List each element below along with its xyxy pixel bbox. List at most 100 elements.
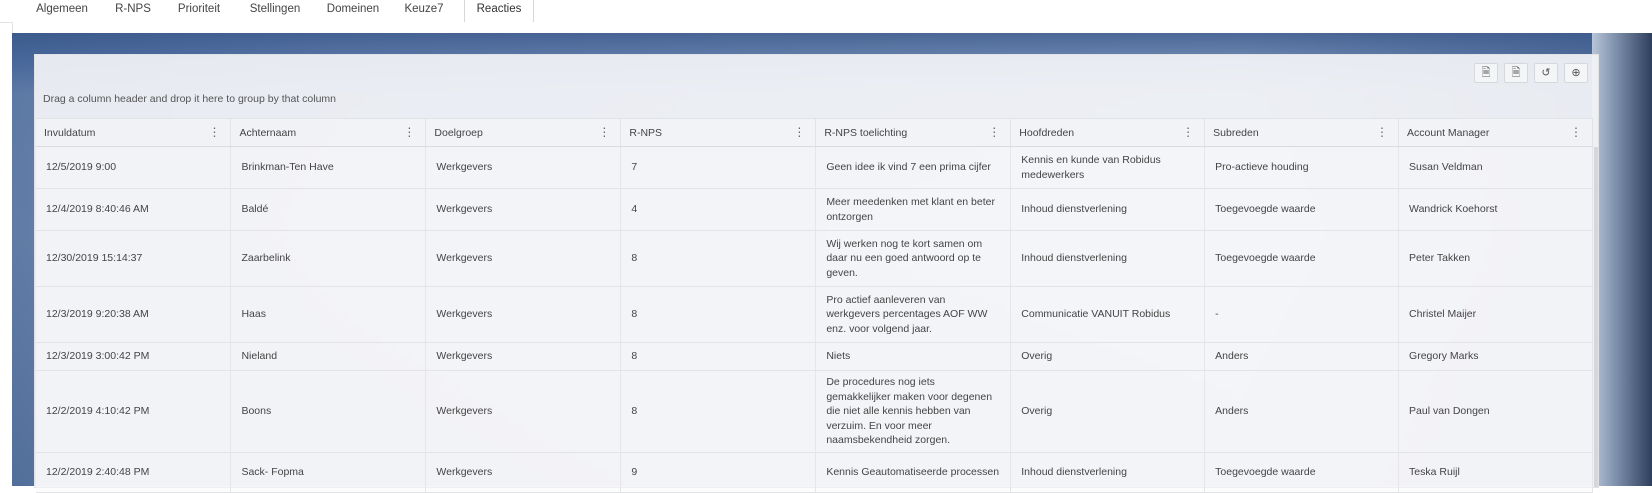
vertical-scrollbar[interactable]: [1594, 147, 1598, 487]
table-cell: Wandrick Koehorst: [1398, 188, 1593, 231]
table-row[interactable]: 12/5/2019 9:00 Brinkman-Ten Have Werkgever…: [36, 146, 1593, 189]
table-row[interactable]: 12/4/2019 8:40:46 AM Baldé Werkgevers 4 Meer…: [36, 188, 1593, 231]
table-cell: Communicatie VANUIT Robidus: [1010, 286, 1206, 343]
table-cell: Baldé: [230, 188, 427, 231]
data-grid: Invuldatum ⋮ Achternaam ⋮ Doelgroep ⋮ R-NPS ⋮ R-…: [36, 118, 1593, 493]
table-cell: Teska Ruijl: [1398, 452, 1593, 493]
table-cell: Pro-actieve houding: [1204, 146, 1400, 189]
table-cell: Wij werken nog te kort samen om daar nu …: [815, 230, 1012, 287]
grid-toolbar: 🗎 🗎 ↺ ⊕: [1468, 63, 1588, 83]
table-cell: Werkgevers: [425, 342, 622, 371]
zoom-icon[interactable]: ⊕: [1564, 63, 1588, 83]
table-cell: Christel Maijer: [1398, 286, 1593, 343]
table-cell: Toegevoegde waarde: [1204, 452, 1400, 493]
column-header[interactable]: R-NPS toelichting ⋮: [815, 118, 1012, 147]
table-row[interactable]: 12/2/2019 4:10:42 PM Boons Werkgevers 8 De p…: [36, 370, 1593, 453]
table-cell: Anders: [1204, 342, 1400, 371]
column-menu-icon[interactable]: ⋮: [1570, 125, 1582, 139]
table-cell: Toegevoegde waarde: [1204, 188, 1400, 231]
column-header-label: R-NPS: [629, 126, 663, 139]
undo-icon[interactable]: ↺: [1534, 63, 1558, 83]
table-row[interactable]: 12/3/2019 3:00:42 PM Nieland Werkgevers 8 Ni…: [36, 342, 1593, 371]
table-cell: 12/3/2019 9:20:38 AM: [36, 286, 232, 343]
table-row[interactable]: 12/2/2019 2:40:48 PM Sack- Fopma Werkgever…: [36, 452, 1593, 493]
table-cell: Kennis Geautomatiseerde processen: [815, 452, 1012, 493]
column-header[interactable]: Hoofdreden ⋮: [1010, 118, 1206, 147]
table-cell: 4: [620, 188, 817, 231]
table-cell: Brinkman-Ten Have: [230, 146, 427, 189]
table-cell: Sack- Fopma: [230, 452, 427, 493]
table-cell: 8: [620, 370, 817, 453]
column-header-label: Hoofdreden: [1019, 126, 1075, 139]
table-cell: -: [1204, 286, 1400, 343]
table-cell: 7: [620, 146, 817, 189]
table-cell: Toegevoegde waarde: [1204, 230, 1400, 287]
tab-stellingen[interactable]: Stellingen: [242, 0, 308, 22]
table-cell: 12/2/2019 4:10:42 PM: [36, 370, 232, 453]
column-header[interactable]: Achternaam ⋮: [230, 118, 427, 147]
table-cell: Overig: [1010, 342, 1206, 371]
column-header-label: R-NPS toelichting: [824, 126, 908, 139]
tab-prioriteit[interactable]: Prioriteit: [170, 0, 228, 22]
table-cell: Werkgevers: [425, 452, 622, 493]
column-menu-icon[interactable]: ⋮: [403, 125, 415, 139]
table-cell: 12/3/2019 3:00:42 PM: [36, 342, 232, 371]
pdf-export-icon[interactable]: 🗎: [1474, 63, 1498, 83]
table-cell: Niets: [815, 342, 1012, 371]
tab-domeinen[interactable]: Domeinen: [320, 0, 386, 22]
table-cell: 12/30/2019 15:14:37: [36, 230, 232, 287]
column-header[interactable]: Subreden ⋮: [1204, 118, 1400, 147]
table-cell: Meer meedenken met klant en beter ontzor…: [815, 188, 1012, 231]
tab-r-nps[interactable]: R-NPS: [108, 0, 158, 22]
table-cell: 12/5/2019 9:00: [36, 146, 232, 189]
column-menu-icon[interactable]: ⋮: [208, 125, 220, 139]
table-cell: Werkgevers: [425, 370, 622, 453]
column-header[interactable]: R-NPS ⋮: [620, 118, 817, 147]
tab-keuze7[interactable]: Keuze7: [399, 0, 449, 22]
background-image-edge: [1592, 33, 1652, 486]
table-cell: Paul van Dongen: [1398, 370, 1593, 453]
table-cell: Peter Takken: [1398, 230, 1593, 287]
column-header-label: Subreden: [1213, 126, 1259, 139]
column-header-label: Doelgroep: [434, 126, 483, 139]
column-header[interactable]: Invuldatum ⋮: [36, 118, 232, 147]
tab-algemeen[interactable]: Algemeen: [28, 0, 96, 22]
column-menu-icon[interactable]: ⋮: [1376, 125, 1388, 139]
table-cell: Nieland: [230, 342, 427, 371]
table-cell: Werkgevers: [425, 286, 622, 343]
table-cell: Gregory Marks: [1398, 342, 1593, 371]
column-menu-icon[interactable]: ⋮: [1182, 125, 1194, 139]
table-cell: 8: [620, 286, 817, 343]
table-cell: 9: [620, 452, 817, 493]
table-cell: 8: [620, 230, 817, 287]
column-header[interactable]: Account Manager ⋮: [1398, 118, 1593, 147]
column-menu-icon[interactable]: ⋮: [988, 125, 1000, 139]
table-cell: Werkgevers: [425, 146, 622, 189]
table-cell: Inhoud dienstverlening: [1010, 230, 1206, 287]
table-cell: 12/4/2019 8:40:46 AM: [36, 188, 232, 231]
column-menu-icon[interactable]: ⋮: [793, 125, 805, 139]
table-cell: Anders: [1204, 370, 1400, 453]
table-row[interactable]: 12/30/2019 15:14:37 Zaarbelink Werkgevers 8…: [36, 230, 1593, 287]
table-cell: Werkgevers: [425, 230, 622, 287]
table-cell: Susan Veldman: [1398, 146, 1593, 189]
excel-export-icon[interactable]: 🗎: [1504, 63, 1528, 83]
column-header-label: Account Manager: [1407, 126, 1490, 139]
table-cell: Geen idee ik vind 7 een prima cijfer: [815, 146, 1012, 189]
table-cell: Pro actief aanleveren van werkgevers per…: [815, 286, 1012, 343]
table-row[interactable]: 12/3/2019 9:20:38 AM Haas Werkgevers 8 Pro a…: [36, 286, 1593, 343]
grid-header-row: Invuldatum ⋮ Achternaam ⋮ Doelgroep ⋮ R-NPS ⋮ R-…: [36, 118, 1593, 147]
tab-reacties[interactable]: Reacties: [464, 0, 534, 23]
data-grid-panel: 🗎 🗎 ↺ ⊕ Drag a column header and drop it he…: [34, 54, 1599, 493]
table-cell: Inhoud dienstverlening: [1010, 188, 1206, 231]
table-cell: Haas: [230, 286, 427, 343]
table-cell: De procedures nog iets gemakkelijker mak…: [815, 370, 1012, 453]
table-cell: Boons: [230, 370, 427, 453]
group-panel-hint[interactable]: Drag a column header and drop it here to…: [43, 93, 336, 105]
tab-bar: Algemeen R-NPS Prioriteit Stellingen Domeine…: [0, 0, 1652, 23]
column-header[interactable]: Doelgroep ⋮: [425, 118, 622, 147]
content-top-strip: [12, 22, 1652, 33]
column-menu-icon[interactable]: ⋮: [598, 125, 610, 139]
table-cell: Kennis en kunde van Robidus medewerkers: [1010, 146, 1206, 189]
column-header-label: Invuldatum: [44, 126, 96, 139]
